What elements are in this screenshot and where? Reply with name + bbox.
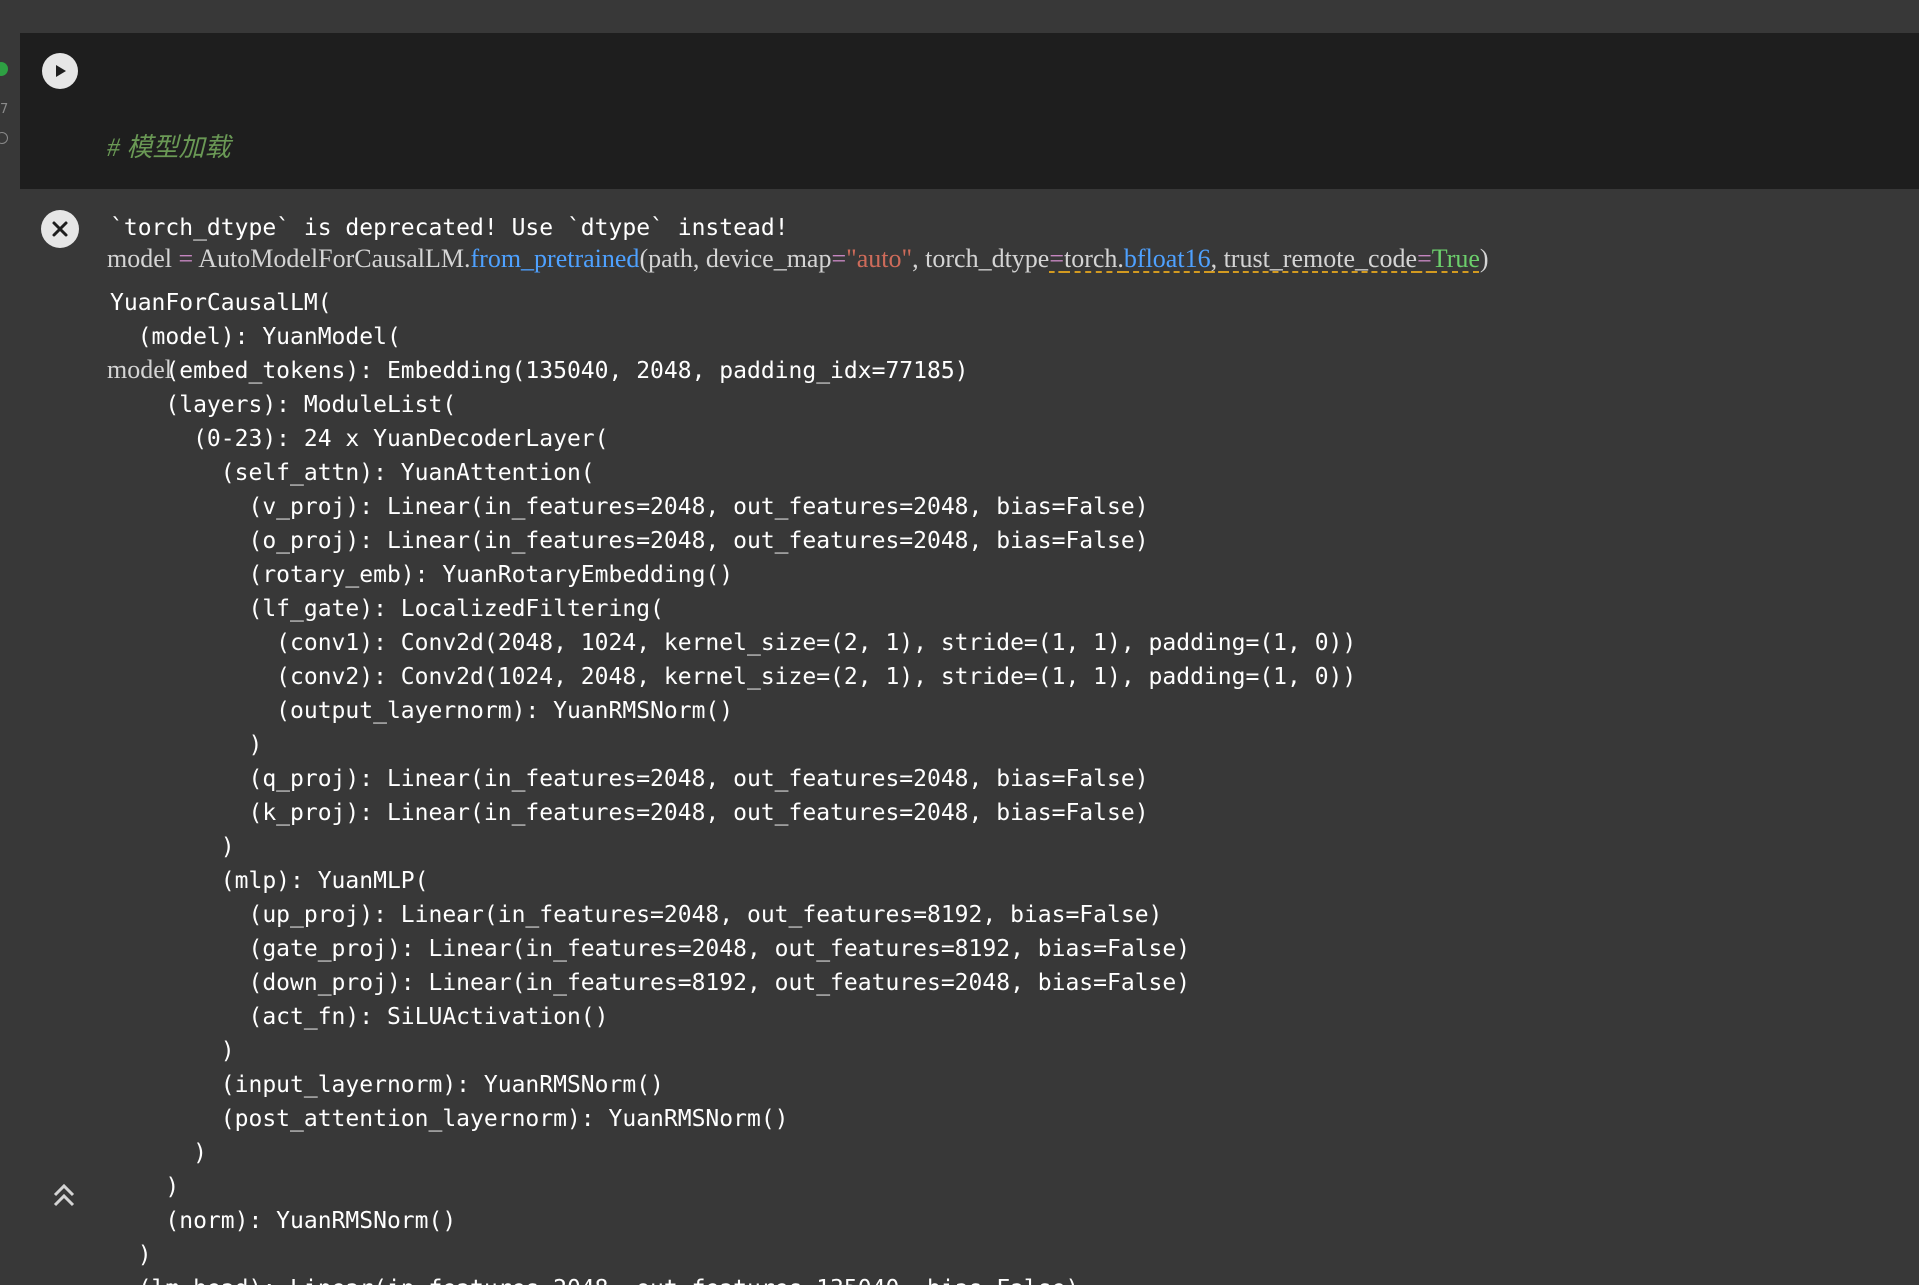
code-comment: # 模型加载 — [107, 133, 231, 162]
output-line: (lf_gate): LocalizedFiltering( — [110, 596, 664, 622]
output-line: (0-23): 24 x YuanDecoderLayer( — [110, 426, 609, 452]
output-line: ) — [110, 732, 263, 758]
output-line: ) — [110, 1174, 180, 1200]
output-line: (norm): YuanRMSNorm() — [110, 1208, 457, 1234]
output-line: (post_attention_layernorm): YuanRMSNorm(… — [110, 1106, 789, 1132]
output-line: (self_attn): YuanAttention( — [110, 460, 595, 486]
output-line: (input_layernorm): YuanRMSNorm() — [110, 1072, 664, 1098]
output-line: (output_layernorm): YuanRMSNorm() — [110, 698, 734, 724]
output-line: YuanForCausalLM( — [110, 290, 332, 316]
output-line: (down_proj): Linear(in_features=8192, ou… — [110, 970, 1191, 996]
play-icon — [56, 65, 66, 77]
output-line: (q_proj): Linear(in_features=2048, out_f… — [110, 766, 1149, 792]
top-strip — [0, 0, 1919, 33]
output-line: (lm_head): Linear(in_features=2048, out_… — [110, 1272, 1356, 1285]
output-line: ) — [110, 1242, 152, 1268]
deprecation-warning: `torch_dtype` is deprecated! Use `dtype`… — [110, 215, 789, 241]
output-line: (k_proj): Linear(in_features=2048, out_f… — [110, 800, 1149, 826]
double-chevron-up-icon — [53, 1183, 75, 1207]
output-line: (gate_proj): Linear(in_features=2048, ou… — [110, 936, 1191, 962]
output-line: (model): YuanModel( — [110, 324, 401, 350]
output-line: (act_fn): SiLUActivation() — [110, 1004, 609, 1030]
output-line: (o_proj): Linear(in_features=2048, out_f… — [110, 528, 1149, 554]
output-line: (rotary_emb): YuanRotaryEmbedding() — [110, 562, 734, 588]
close-icon — [52, 221, 68, 237]
output-line: ) — [110, 1140, 207, 1166]
execution-success-indicator — [0, 62, 8, 76]
model-summary-output: YuanForCausalLM( (model): YuanModel( (em… — [110, 286, 1356, 1285]
output-line: ) — [110, 834, 235, 860]
clear-output-button[interactable] — [41, 210, 79, 248]
clock-icon — [0, 132, 8, 144]
execution-count: 7 — [0, 102, 9, 117]
scroll-to-top-button[interactable] — [47, 1178, 81, 1212]
output-line: (mlp): YuanMLP( — [110, 868, 429, 894]
code-line-1: # 模型加载 — [107, 129, 1489, 166]
output-line: (conv1): Conv2d(2048, 1024, kernel_size=… — [110, 630, 1357, 656]
output-line: (embed_tokens): Embedding(135040, 2048, … — [110, 358, 969, 384]
output-line: (conv2): Conv2d(1024, 2048, kernel_size=… — [110, 664, 1357, 690]
output-line: (layers): ModuleList( — [110, 392, 457, 418]
output-line: (v_proj): Linear(in_features=2048, out_f… — [110, 494, 1149, 520]
output-line: (up_proj): Linear(in_features=2048, out_… — [110, 902, 1163, 928]
run-cell-button[interactable] — [42, 53, 78, 89]
output-line: ) — [110, 1038, 235, 1064]
